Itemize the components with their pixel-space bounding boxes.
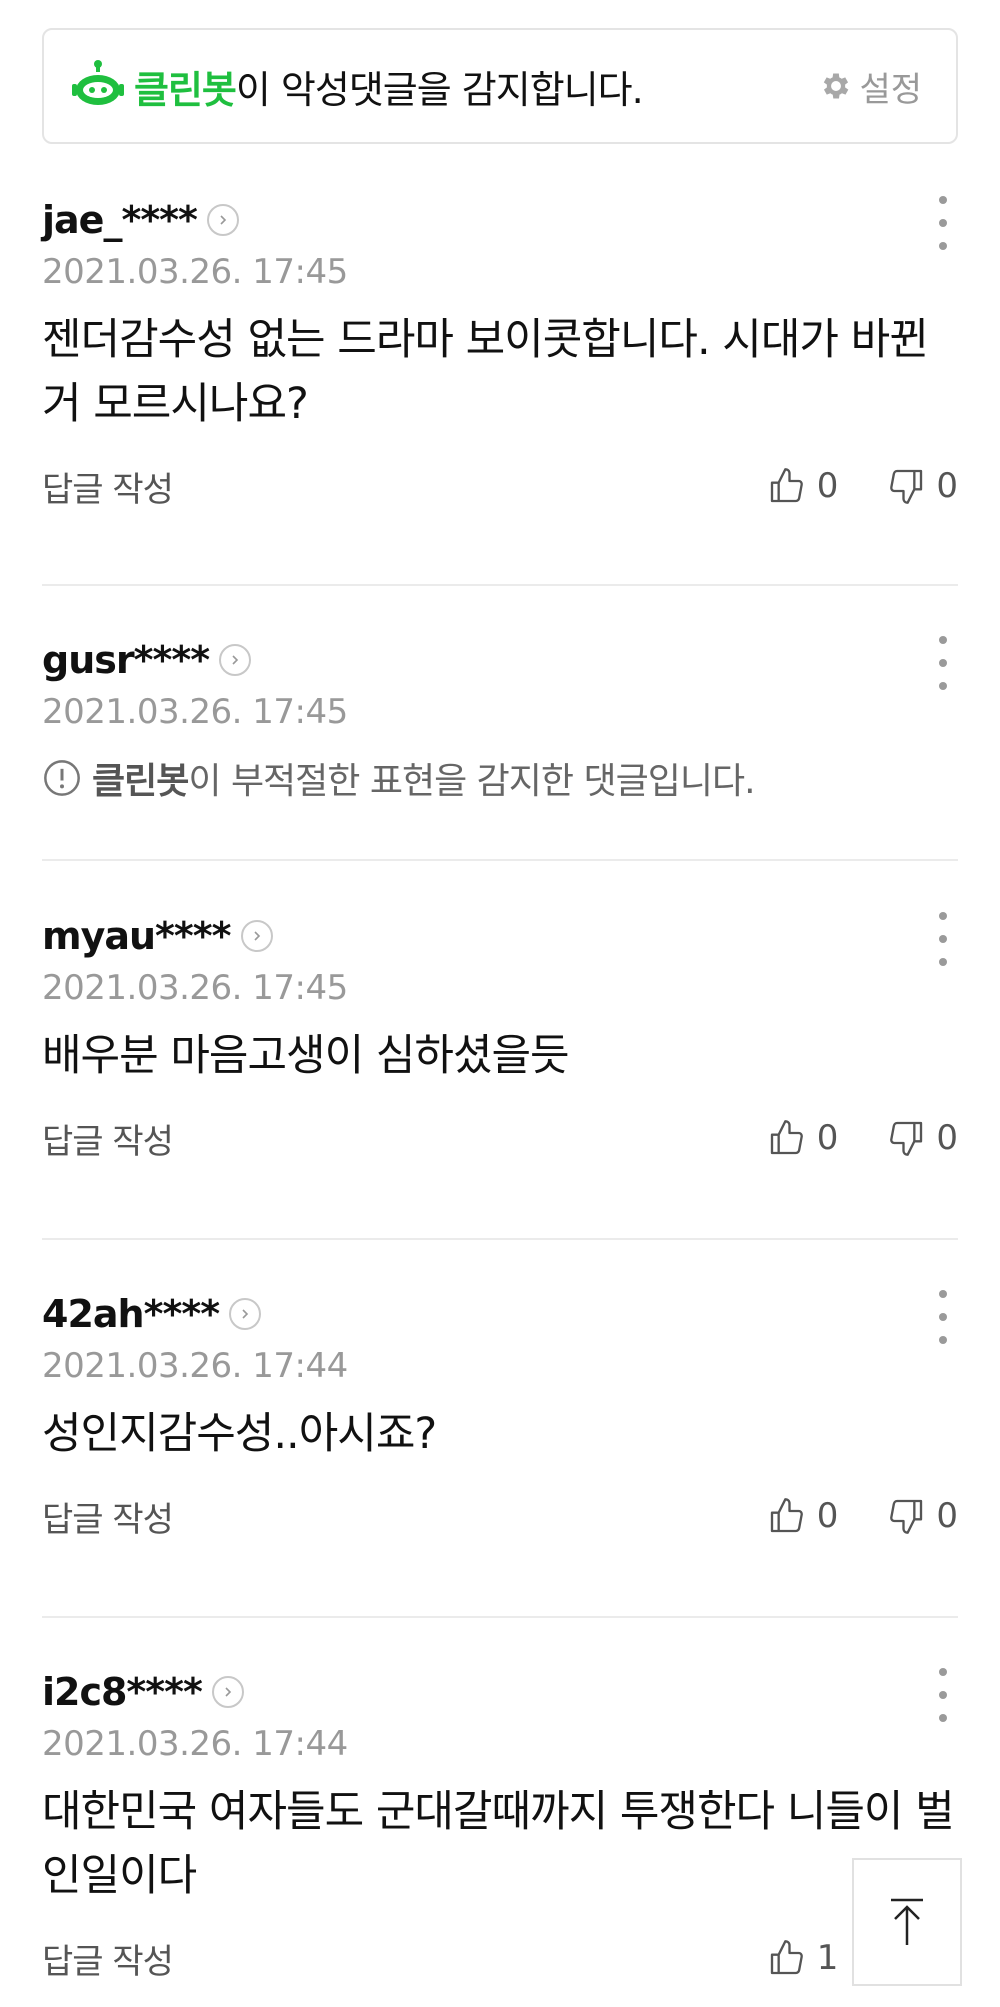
dislike-count: 0 [936,1496,958,1536]
more-options-icon[interactable] [928,1668,958,1722]
cleanbot-notice: 클린봇이 부적절한 표현을 감지한 댓글입니다. [42,752,958,804]
thumbs-down-icon [890,469,923,504]
reply-button[interactable]: 답글 작성 [42,1934,174,1983]
comment-date: 2021.03.26. 17:45 [42,968,348,1008]
cleanbot-banner: 클린봇이 악성댓글을 감지합니다. 설정 [42,28,958,144]
profile-arrow-icon[interactable] [240,920,273,952]
comment-footer: 답글 작성 0 0 [42,1486,958,1546]
vote-group: 0 0 [767,1486,958,1546]
like-count: 0 [816,1496,839,1536]
dislike-count: 0 [936,466,958,506]
comment-date: 2021.03.26. 17:44 [42,1724,348,1764]
dislike-count: 0 [936,1118,958,1158]
more-options-icon[interactable] [928,196,958,250]
comment-header: i2c8**** [42,1662,958,1722]
thumbs-up-icon [770,1498,803,1533]
settings-button[interactable]: 설정 [819,62,922,111]
comment-header: myau**** [42,906,958,966]
like-button[interactable]: 1 [767,1938,839,1978]
comment-header: gusr**** [42,630,958,690]
comment-username[interactable]: i2c8**** [42,1670,203,1714]
comment-username[interactable]: jae_**** [42,198,198,242]
reply-button[interactable]: 답글 작성 [42,1114,174,1163]
comment-footer: 답글 작성 0 0 [42,456,958,516]
profile-arrow-icon[interactable] [219,644,252,676]
divider [42,584,958,586]
comment-header: 42ah**** [42,1284,958,1344]
cleanbot-message: 이 악성댓글을 감지합니다. [235,67,644,112]
vote-group: 0 0 [767,456,958,516]
divider [42,1616,958,1618]
like-count: 0 [816,466,839,506]
vote-group: 0 0 [767,1108,958,1168]
comment-header: jae_**** [42,190,958,250]
more-options-icon[interactable] [928,1290,958,1344]
comment-username[interactable]: 42ah**** [42,1292,220,1336]
like-button[interactable]: 0 [767,1118,839,1158]
comment-username[interactable]: myau**** [42,914,232,958]
comment-username[interactable]: gusr**** [42,638,210,682]
dislike-button[interactable]: 0 [886,1118,958,1158]
like-button[interactable]: 0 [767,466,839,506]
notice-brand: 클린봇 [92,761,189,802]
thumbs-up-icon [770,468,803,503]
thumbs-down-icon [890,1121,923,1156]
comment-date: 2021.03.26. 17:45 [42,252,348,292]
comment-text: 대한민국 여자들도 군대갈때까지 투쟁한다 니들이 벌인일이다 [42,1787,955,1901]
like-button[interactable]: 0 [767,1496,839,1536]
like-count: 1 [816,1938,839,1978]
profile-arrow-icon[interactable] [229,1298,262,1330]
more-options-icon[interactable] [928,636,958,690]
comment-footer: 답글 작성 1 0 [42,1928,958,1988]
thumbs-up-icon [770,1940,803,1975]
profile-arrow-icon[interactable] [211,1676,244,1708]
cleanbot-banner-text: 클린봇이 악성댓글을 감지합니다. [134,59,644,114]
notice-text: 이 부적절한 표현을 감지한 댓글입니다. [188,761,755,802]
thumbs-down-icon [890,1499,923,1534]
warning-icon [44,760,80,796]
divider [42,1238,958,1240]
dislike-button[interactable]: 0 [886,466,958,506]
divider [42,859,958,861]
arrow-up-icon [891,1898,923,1945]
like-count: 0 [816,1118,839,1158]
comment-text: 배우분 마음고생이 심하셨을듯 [42,1031,570,1081]
cleanbot-brand: 클린봇 [134,67,237,112]
dislike-button[interactable]: 0 [886,1496,958,1536]
comment-date: 2021.03.26. 17:44 [42,1346,348,1386]
settings-label: 설정 [859,69,922,110]
comment-item: gusr**** 2021.03.26. 17:45 클린봇이 부적절한 표현을… [42,630,958,804]
comment-text: 젠더감수성 없는 드라마 보이콧합니다. 시대가 바뀐거 모르시나요? [42,315,929,429]
scroll-to-top-button[interactable] [852,1858,962,1986]
comment-item: jae_**** 2021.03.26. 17:45 젠더감수성 없는 드라마 … [42,190,958,516]
comment-text: 성인지감수성..아시죠? [42,1409,437,1459]
reply-button[interactable]: 답글 작성 [42,1492,174,1541]
more-options-icon[interactable] [928,912,958,966]
comment-item: 42ah**** 2021.03.26. 17:44 성인지감수성..아시죠? … [42,1284,958,1546]
reply-button[interactable]: 답글 작성 [42,462,174,511]
cleanbot-robot-icon [70,58,126,114]
comment-footer: 답글 작성 0 0 [42,1108,958,1168]
thumbs-up-icon [770,1120,803,1155]
comment-item: myau**** 2021.03.26. 17:45 배우분 마음고생이 심하셨… [42,906,958,1168]
comment-date: 2021.03.26. 17:45 [42,692,348,732]
profile-arrow-icon[interactable] [206,204,239,236]
comment-item: i2c8**** 2021.03.26. 17:44 대한민국 여자들도 군대갈… [42,1662,958,1988]
gear-icon [824,73,849,99]
